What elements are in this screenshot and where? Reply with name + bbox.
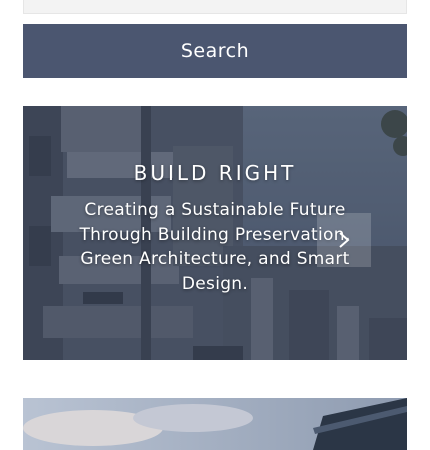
hero-slide: BUILD RIGHT Creating a Sustainable Futur… [23,106,407,360]
hero-title: BUILD RIGHT [133,161,297,185]
search-button-label: Search [180,40,250,62]
secondary-hero-image [23,398,407,450]
search-input[interactable] [23,0,407,14]
chevron-right-icon [338,231,350,249]
search-button[interactable]: Search [23,24,407,78]
slider-next-button[interactable] [317,213,371,267]
